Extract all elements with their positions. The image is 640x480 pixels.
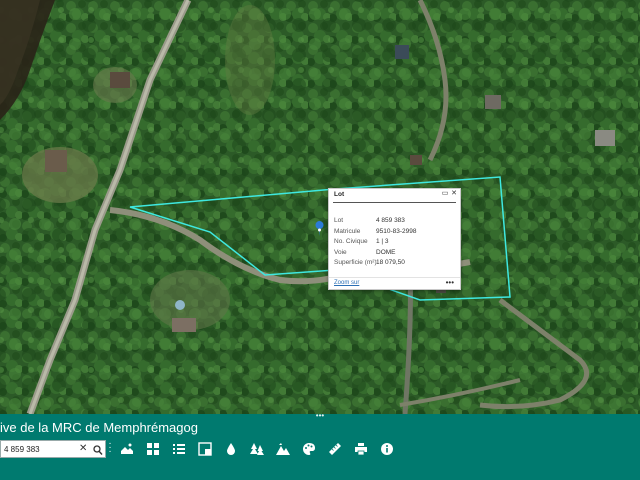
clear-search-icon[interactable]: ✕ — [79, 442, 87, 456]
attr-label: No. Civique — [334, 238, 368, 245]
attr-label: Lot — [334, 217, 344, 224]
attr-value: 4 859 383 — [376, 217, 405, 224]
attr-label: Matricule — [334, 227, 361, 235]
bottom-toolbar: ••• ive de la MRC de Memphrémagog ✕ ··· — [0, 412, 640, 480]
popup-divider — [333, 202, 456, 203]
attr-row-civique: No. Civique 1 | 3 — [334, 238, 416, 249]
print-icon[interactable] — [352, 441, 370, 457]
popup-attributes: Lot 4 859 383 Matricule 9510-83-2998 No. C… — [334, 217, 416, 270]
more-menu-icon[interactable]: · · · — [108, 439, 112, 457]
attr-value: 1 | 3 — [376, 238, 389, 245]
more-actions-icon[interactable]: ••• — [446, 278, 454, 287]
popup-title: Lot — [334, 191, 345, 198]
feature-popup: Lot ▭ ✕ Lot 4 859 383 Matricule 9510-83-29… — [328, 188, 461, 290]
terrain-icon[interactable] — [274, 441, 292, 457]
water-drop-icon[interactable] — [222, 441, 240, 457]
maximize-icon[interactable]: ▭ — [441, 190, 449, 198]
popup-footer-divider — [329, 277, 460, 278]
attr-value: 9510-83-2998 — [376, 227, 417, 235]
attr-label: Superficie (m²) — [334, 259, 377, 266]
forest-icon[interactable] — [248, 441, 266, 457]
measure-ruler-icon[interactable] — [326, 441, 344, 457]
search-input[interactable] — [4, 444, 76, 455]
layer-grid-icon[interactable] — [144, 441, 162, 457]
layer-list-icon[interactable] — [170, 441, 188, 457]
zoom-to-link[interactable]: Zoom sur — [334, 280, 359, 286]
attr-row-matricule: Matricule 9510-83-2998 — [334, 228, 416, 239]
attr-row-superficie: Superficie (m²)18 079,50 — [334, 259, 416, 270]
close-icon[interactable]: ✕ — [450, 190, 458, 198]
palette-icon[interactable] — [300, 441, 318, 457]
attr-value: 18 079,50 — [376, 259, 405, 266]
attr-row-lot: Lot 4 859 383 — [334, 217, 416, 228]
panel-grip-icon[interactable]: ••• — [312, 412, 328, 420]
search-icon[interactable] — [93, 443, 103, 455]
attr-value: DOME — [376, 248, 396, 256]
attr-label: Voie — [334, 248, 347, 256]
attr-row-voie: Voie DOME — [334, 249, 416, 260]
basemap-gallery-icon[interactable] — [118, 441, 136, 457]
map-imagery — [0, 0, 640, 414]
overview-map-icon[interactable] — [196, 441, 214, 457]
search-box: ✕ — [0, 440, 106, 458]
app-title: ive de la MRC de Memphrémagog — [0, 420, 198, 435]
info-icon[interactable] — [378, 441, 396, 457]
satellite-map[interactable]: Lot ▭ ✕ Lot 4 859 383 Matricule 9510-83-29… — [0, 0, 640, 414]
